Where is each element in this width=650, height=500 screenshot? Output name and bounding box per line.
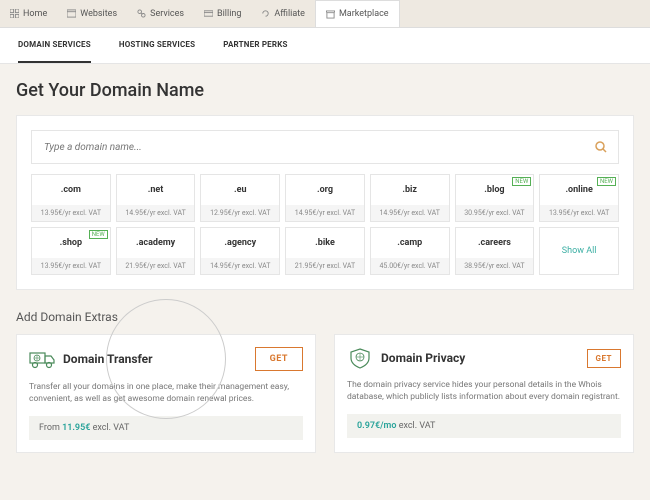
tld-cell[interactable]: .academy21.95€/yr excl. VAT: [116, 227, 196, 275]
extra-head: Domain Transfer GET: [29, 347, 303, 371]
tld-price: 13.95€/yr excl. VAT: [32, 258, 110, 274]
tld-ext: .biz: [371, 175, 449, 205]
main-container: Get Your Domain Name .com13.95€/yr excl.…: [0, 64, 650, 469]
extra-head: Domain Privacy GET: [347, 347, 621, 369]
tld-price: 13.95€/yr excl. VAT: [32, 205, 110, 221]
get-privacy-button[interactable]: GET: [587, 349, 622, 368]
tld-price: 14.95€/yr excl. VAT: [117, 205, 195, 221]
tld-price: 14.95€/yr excl. VAT: [201, 258, 279, 274]
tld-grid: .com13.95€/yr excl. VAT.net14.95€/yr exc…: [31, 174, 619, 275]
tld-cell[interactable]: NEW.blog30.95€/yr excl. VAT: [455, 174, 535, 222]
link-icon: [137, 9, 146, 18]
domain-search-card: .com13.95€/yr excl. VAT.net14.95€/yr exc…: [16, 115, 634, 290]
search-button[interactable]: [584, 131, 618, 163]
nav-billing[interactable]: Billing: [194, 0, 251, 27]
shield-icon: [347, 347, 373, 369]
tld-ext: .agency: [201, 228, 279, 258]
truck-icon: [29, 348, 55, 370]
tld-cell[interactable]: .com13.95€/yr excl. VAT: [31, 174, 111, 222]
subnav-hosting-services[interactable]: HOSTING SERVICES: [119, 28, 195, 63]
tld-ext: .careers: [456, 228, 534, 258]
tld-cell[interactable]: .org14.95€/yr excl. VAT: [285, 174, 365, 222]
nav-label: Marketplace: [339, 9, 389, 19]
tld-price: 38.95€/yr excl. VAT: [456, 258, 534, 274]
nav-label: Billing: [217, 9, 241, 19]
nav-affiliate[interactable]: Affiliate: [251, 0, 315, 27]
nav-services[interactable]: Services: [127, 0, 194, 27]
get-transfer-button[interactable]: GET: [255, 347, 303, 371]
extras-heading: Add Domain Extras: [16, 310, 634, 324]
tld-price: 45.00€/yr excl. VAT: [371, 258, 449, 274]
window-icon: [67, 9, 76, 18]
extra-desc: Transfer all your domains in one place, …: [29, 381, 303, 406]
refresh-icon: [261, 9, 270, 18]
nav-home[interactable]: Home: [0, 0, 57, 27]
tld-ext: .academy: [117, 228, 195, 258]
show-all-button[interactable]: Show All: [539, 227, 619, 275]
tld-cell[interactable]: .careers38.95€/yr excl. VAT: [455, 227, 535, 275]
tld-cell[interactable]: .camp45.00€/yr excl. VAT: [370, 227, 450, 275]
tld-price: 21.95€/yr excl. VAT: [117, 258, 195, 274]
tld-price: 13.95€/yr excl. VAT: [540, 205, 618, 221]
tld-cell[interactable]: .eu12.95€/yr excl. VAT: [200, 174, 280, 222]
extra-domain-transfer: Domain Transfer GET Transfer all your do…: [16, 334, 316, 453]
nav-label: Affiliate: [274, 9, 305, 19]
tld-cell[interactable]: NEW.shop13.95€/yr excl. VAT: [31, 227, 111, 275]
tld-ext: .com: [32, 175, 110, 205]
extra-price: From 11.95€ excl. VAT: [29, 416, 303, 440]
tld-ext: .net: [117, 175, 195, 205]
tld-ext: .eu: [201, 175, 279, 205]
search-row: [31, 130, 619, 164]
nav-label: Websites: [80, 9, 117, 19]
tld-ext: .org: [286, 175, 364, 205]
search-icon: [594, 140, 608, 154]
extra-left: Domain Privacy: [347, 347, 465, 369]
tld-price: 14.95€/yr excl. VAT: [371, 205, 449, 221]
nav-websites[interactable]: Websites: [57, 0, 127, 27]
nav-label: Home: [23, 9, 47, 19]
extra-price: 0.97€/mo excl. VAT: [347, 414, 621, 438]
card-icon: [204, 9, 213, 18]
tld-cell[interactable]: .biz14.95€/yr excl. VAT: [370, 174, 450, 222]
tld-cell[interactable]: .agency14.95€/yr excl. VAT: [200, 227, 280, 275]
tld-price: 14.95€/yr excl. VAT: [286, 205, 364, 221]
tld-cell[interactable]: NEW.online13.95€/yr excl. VAT: [539, 174, 619, 222]
page-title: Get Your Domain Name: [16, 80, 634, 101]
tld-cell[interactable]: .net14.95€/yr excl. VAT: [116, 174, 196, 222]
nav-label: Services: [150, 9, 184, 19]
extra-title: Domain Transfer: [63, 352, 153, 366]
new-badge: NEW: [597, 177, 616, 186]
domain-search-input[interactable]: [32, 131, 584, 163]
nav-marketplace[interactable]: Marketplace: [315, 0, 400, 27]
tld-price: 21.95€/yr excl. VAT: [286, 258, 364, 274]
new-badge: NEW: [512, 177, 531, 186]
extra-left: Domain Transfer: [29, 348, 153, 370]
extra-desc: The domain privacy service hides your pe…: [347, 379, 621, 404]
tld-price: 12.95€/yr excl. VAT: [201, 205, 279, 221]
tld-ext: .bike: [286, 228, 364, 258]
top-navigation: Home Websites Services Billing Affiliate…: [0, 0, 650, 28]
subnav-partner-perks[interactable]: PARTNER PERKS: [223, 28, 287, 63]
tld-cell[interactable]: .bike21.95€/yr excl. VAT: [285, 227, 365, 275]
sub-navigation: DOMAIN SERVICES HOSTING SERVICES PARTNER…: [0, 28, 650, 64]
extra-domain-privacy: Domain Privacy GET The domain privacy se…: [334, 334, 634, 453]
store-icon: [326, 10, 335, 19]
new-badge: NEW: [89, 230, 108, 239]
tld-price: 30.95€/yr excl. VAT: [456, 205, 534, 221]
grid-icon: [10, 9, 19, 18]
extra-title: Domain Privacy: [381, 351, 465, 365]
extras-row: Domain Transfer GET Transfer all your do…: [16, 334, 634, 453]
tld-ext: .camp: [371, 228, 449, 258]
subnav-domain-services[interactable]: DOMAIN SERVICES: [18, 28, 91, 63]
